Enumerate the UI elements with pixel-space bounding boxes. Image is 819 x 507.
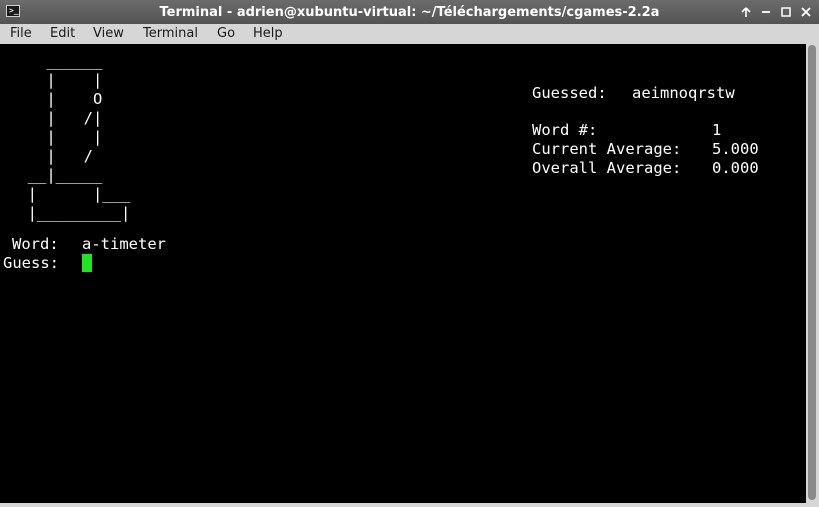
scrollbar-thumb[interactable] [808,45,816,500]
menu-help[interactable]: Help [253,26,283,41]
overall-average-label: Overall Average: [532,159,682,177]
word-label: Word: [12,235,59,253]
menu-terminal[interactable]: Terminal [143,26,198,41]
gallows-line: | O [46,90,103,108]
menu-view[interactable]: View [93,26,124,41]
word-number-label: Word #: [532,121,598,139]
minimize-button[interactable] [757,3,775,20]
terminal-area[interactable]: ______ | | | O | /| | | | / __|_____ | |… [0,44,806,503]
overall-average-value: 0.000 [712,159,759,177]
arrow-up-icon [741,6,751,17]
close-icon [801,6,811,17]
menu-file[interactable]: File [10,26,32,41]
guess-label: Guess: [3,254,59,272]
gallows-line: |_________| [27,204,131,222]
menu-go[interactable]: Go [217,26,235,41]
guessed-letters: aeimnoqrstw [632,84,735,102]
terminal-window: >_ Terminal - adrien@xubuntu-virtual: ~/… [0,0,819,507]
word-number-value: 1 [712,121,722,139]
gallows-line: | | [46,71,103,89]
window-bottom-border [0,503,819,507]
minimize-icon [762,10,770,13]
gallows-line: ______ [46,52,103,70]
menu-bar: File Edit View Terminal Go Help [0,24,819,45]
menu-edit[interactable]: Edit [50,26,75,41]
vertical-scrollbar[interactable] [806,44,819,503]
gallows-line: | /| [46,109,103,127]
window-controls [737,3,815,20]
word-value: a-timeter [82,235,166,253]
gallows-line: __|_____ [27,166,103,184]
hangman-gallows: ______ | | | O | /| | | | / __|_____ | |… [9,52,131,223]
current-average-label: Current Average: [532,140,682,158]
text-cursor [82,254,92,272]
gallows-line: | |___ [27,185,131,203]
window-title: Terminal - adrien@xubuntu-virtual: ~/Tél… [159,5,660,20]
current-average-value: 5.000 [712,140,759,158]
guessed-label: Guessed: [532,84,607,102]
keep-above-button[interactable] [737,3,755,20]
title-bar[interactable]: >_ Terminal - adrien@xubuntu-virtual: ~/… [0,0,819,24]
maximize-button[interactable] [777,3,795,20]
close-button[interactable] [797,3,815,20]
gallows-line: | | [46,128,103,146]
maximize-icon [781,6,791,17]
gallows-line: | / [46,147,93,165]
